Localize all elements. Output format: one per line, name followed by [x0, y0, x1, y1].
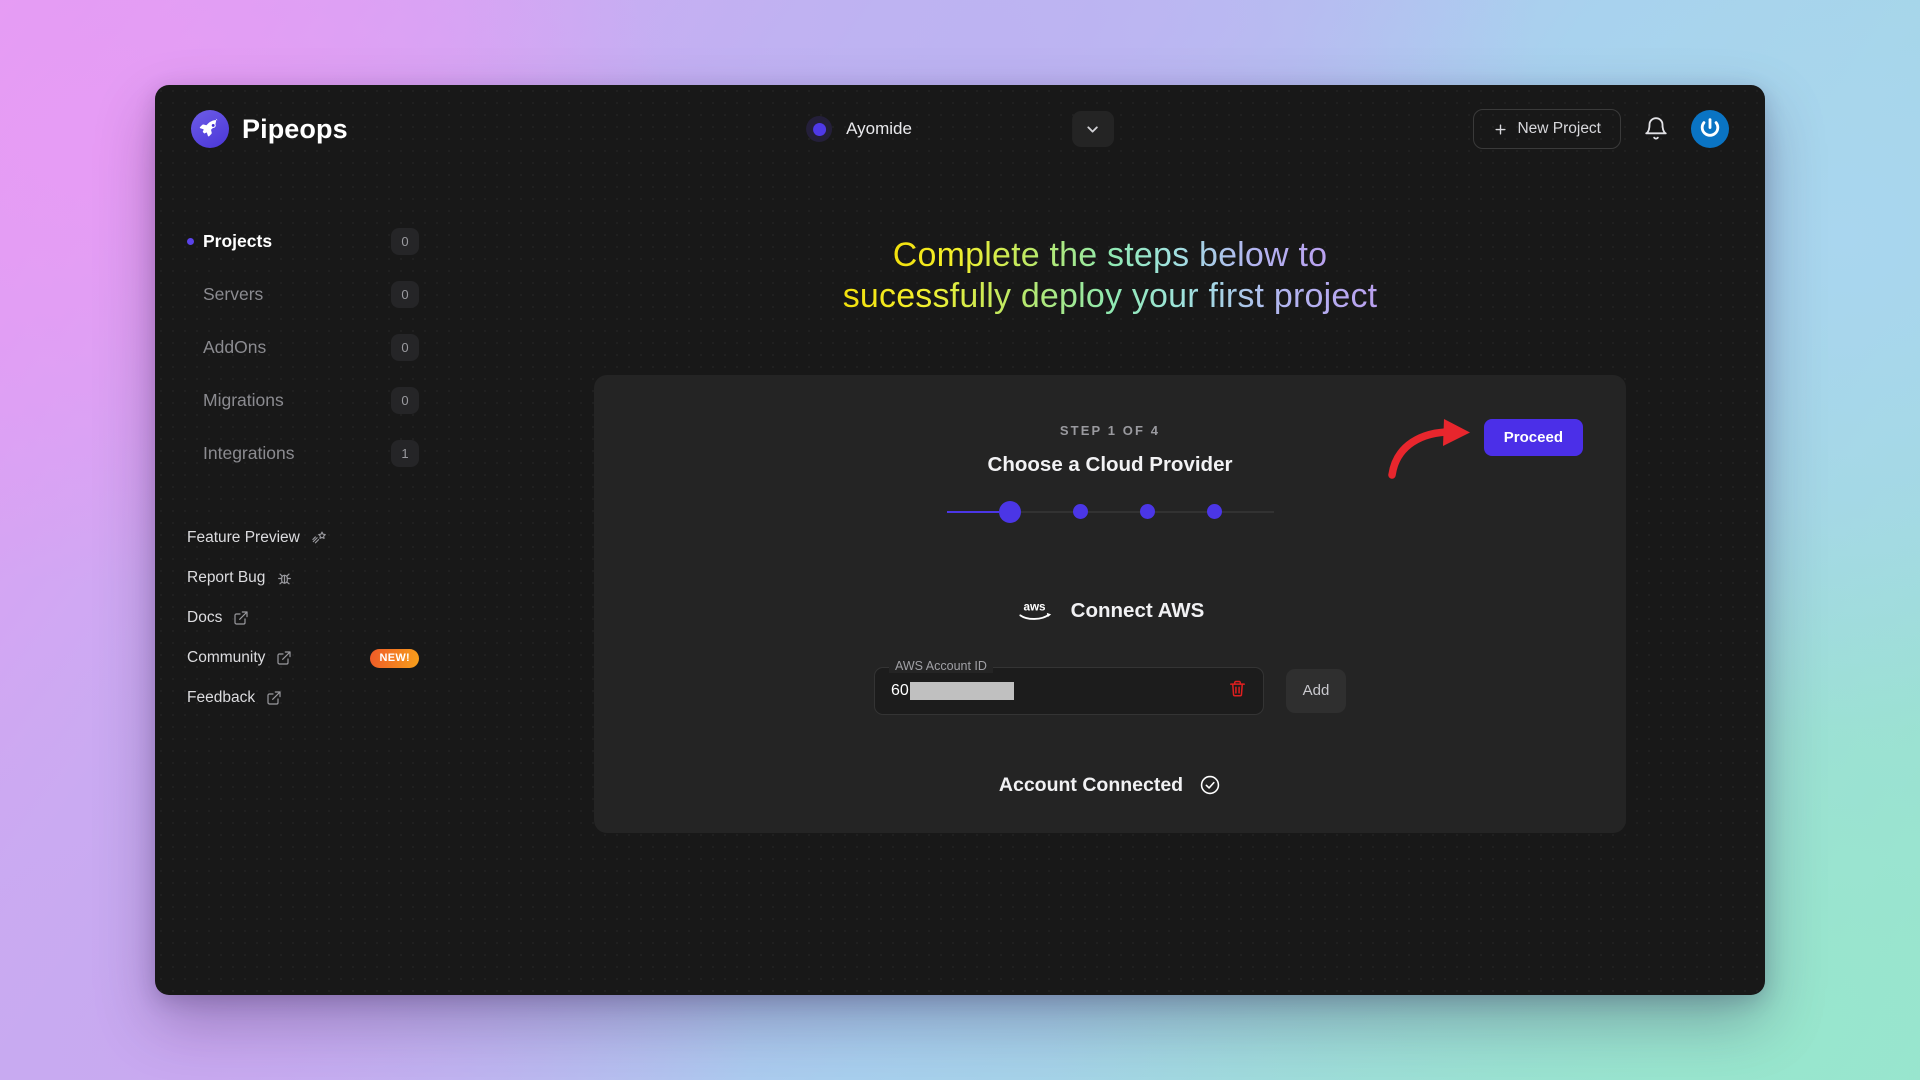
user-avatar-icon[interactable]	[1691, 110, 1729, 148]
account-connected-status: Account Connected	[594, 774, 1626, 797]
headline-line-2: sucessfully deploy your first project	[842, 277, 1378, 316]
top-bar-actions: New Project	[1473, 109, 1729, 149]
sidebar-link-label: Feedback	[187, 689, 256, 706]
new-badge: NEW!	[370, 648, 419, 668]
brand-logo[interactable]: Pipeops	[191, 110, 491, 148]
headline-line-1: Complete the steps below to	[892, 236, 1328, 274]
proceed-button[interactable]: Proceed	[1483, 418, 1583, 456]
account-input-row: AWS Account ID 60 Add	[594, 658, 1626, 715]
page-title: Complete the steps below to sucessfully …	[843, 235, 1378, 318]
stepper-dot-1[interactable]	[998, 500, 1021, 523]
sidebar-link-feedback[interactable]: Feedback	[187, 678, 419, 718]
svg-text:aws: aws	[1023, 600, 1046, 613]
bug-icon	[278, 573, 292, 584]
sidebar-badge: 1	[391, 440, 419, 467]
active-bullet-icon	[187, 238, 194, 245]
sidebar-item-label: Servers	[203, 284, 264, 304]
stepper-dot-2[interactable]	[1072, 504, 1088, 520]
aws-account-id-value: 60	[891, 681, 909, 699]
sidebar-item-label: Integrations	[203, 443, 295, 463]
sidebar-item-integrations[interactable]: Integrations 1	[187, 427, 419, 480]
plus-icon	[1495, 123, 1506, 135]
bullet-placeholder-icon	[187, 344, 194, 351]
app-window: Pipeops Ayomide New Project Projects 0 S…	[155, 85, 1765, 995]
stepper-line-filled	[946, 510, 999, 514]
stepper-line-4	[1154, 510, 1207, 514]
sidebar-link-feature-preview[interactable]: Feature Preview	[187, 518, 419, 558]
redaction-bar	[909, 681, 1014, 700]
bullet-placeholder-icon	[187, 397, 194, 404]
shooting-star-icon	[312, 531, 326, 544]
check-circle-icon	[1200, 776, 1220, 795]
aws-logo-icon: aws	[1019, 600, 1051, 620]
sidebar-link-label: Feature Preview	[187, 529, 300, 546]
status-badge: Account Connected	[998, 773, 1184, 796]
bullet-placeholder-icon	[187, 291, 194, 298]
external-link-icon	[234, 611, 248, 625]
brand-name: Pipeops	[242, 113, 348, 144]
sidebar-link-label: Report Bug	[187, 569, 266, 586]
sidebar-item-migrations[interactable]: Migrations 0	[187, 374, 419, 427]
onboarding-step-card: STEP 1 OF 4 Choose a Cloud Provider Proc…	[594, 374, 1626, 833]
stepper-dot-3[interactable]	[1139, 504, 1155, 520]
trash-icon[interactable]	[1228, 679, 1247, 703]
sidebar-link-label: Community	[187, 649, 266, 666]
rocket-icon	[191, 110, 229, 148]
new-project-label: New Project	[1517, 120, 1601, 137]
workspace-selector[interactable]: Ayomide	[806, 111, 1114, 147]
top-bar: Pipeops Ayomide New Project	[155, 85, 1765, 173]
sidebar-link-report-bug[interactable]: Report Bug	[187, 558, 419, 598]
sidebar-item-label: Projects	[203, 231, 273, 251]
curved-arrow-icon	[1388, 418, 1470, 479]
stepper-line-2	[1020, 510, 1073, 514]
sidebar-item-projects[interactable]: Projects 0	[187, 215, 419, 268]
sidebar: Projects 0 Servers 0 AddOns 0 Migrations…	[155, 173, 455, 995]
workspace-name: Ayomide	[846, 119, 912, 138]
sidebar-link-community[interactable]: Community NEW!	[187, 638, 419, 678]
aws-account-id-label: AWS Account ID	[889, 658, 993, 673]
sidebar-item-label: Migrations	[203, 390, 284, 410]
external-link-icon	[267, 691, 281, 705]
sidebar-divider-space	[187, 480, 419, 518]
sidebar-badge: 0	[391, 334, 419, 361]
new-project-button[interactable]: New Project	[1473, 109, 1621, 149]
app-body: Projects 0 Servers 0 AddOns 0 Migrations…	[155, 173, 1765, 995]
main-content: Complete the steps below to sucessfully …	[455, 173, 1765, 995]
sidebar-badge: 0	[391, 387, 419, 414]
sidebar-item-addons[interactable]: AddOns 0	[187, 321, 419, 374]
provider-header: aws Connect AWS	[594, 596, 1626, 626]
sidebar-link-docs[interactable]: Docs	[187, 598, 419, 638]
bell-icon[interactable]	[1643, 116, 1669, 142]
sidebar-link-label: Docs	[187, 609, 223, 626]
bullet-placeholder-icon	[187, 450, 194, 457]
add-button[interactable]: Add	[1286, 668, 1346, 713]
aws-account-id-field[interactable]: AWS Account ID 60	[874, 658, 1264, 715]
sidebar-badge: 0	[391, 281, 419, 308]
stepper-line-3	[1087, 510, 1140, 514]
workspace-dot-icon	[806, 116, 833, 142]
proceed-area: Proceed	[1388, 418, 1583, 479]
sidebar-item-servers[interactable]: Servers 0	[187, 268, 419, 321]
chevron-down-icon[interactable]	[1071, 111, 1114, 147]
sidebar-item-label: AddOns	[203, 337, 267, 357]
stepper-line-end	[1221, 510, 1274, 514]
external-link-icon	[277, 651, 291, 665]
stepper-dot-4[interactable]	[1206, 504, 1222, 520]
step-progress-indicator	[594, 500, 1626, 523]
sidebar-badge: 0	[391, 228, 419, 255]
provider-title: Connect AWS	[1070, 598, 1205, 622]
